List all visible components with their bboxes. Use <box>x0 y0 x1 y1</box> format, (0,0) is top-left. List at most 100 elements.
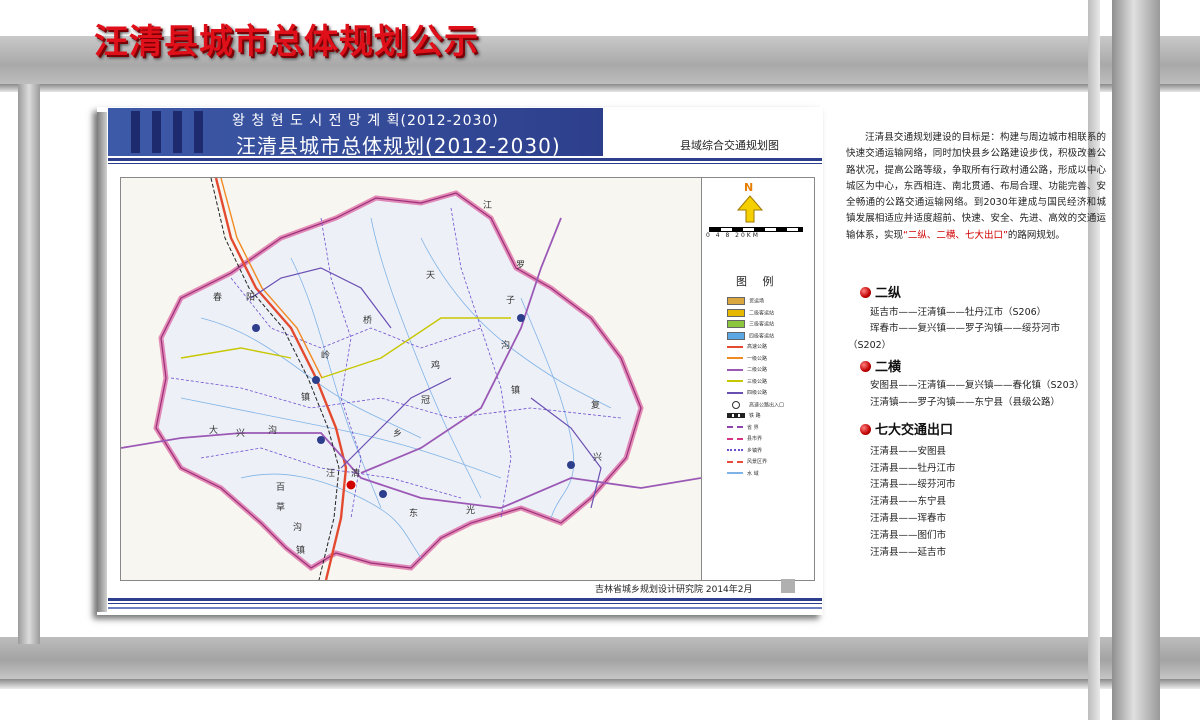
legend-symbol-icon <box>727 380 743 382</box>
legend-item: 高速公路 <box>727 343 767 350</box>
place-label: 镇 <box>296 544 305 556</box>
place-label: 桥 <box>363 314 372 326</box>
legend-item: 一级公路 <box>727 355 767 362</box>
place-label: 汪 <box>326 468 335 479</box>
legend-symbol-icon <box>727 331 745 340</box>
right-pillar <box>1112 0 1160 720</box>
legend-item: 二级客运站 <box>727 308 775 317</box>
legend-label: 二级客运站 <box>749 310 775 316</box>
legend-label: 一级公路 <box>747 355 768 362</box>
north-arrow-shape <box>736 195 764 223</box>
legend-item: 铁 路 <box>727 412 761 419</box>
station-marker <box>317 436 325 444</box>
section-heading: 二横 <box>860 356 901 375</box>
legend-label: 货运场 <box>749 298 765 305</box>
legend-symbol-icon <box>727 345 743 348</box>
legend-item: 县市界 <box>727 435 762 442</box>
route-line: 安图县——汪清镇——复兴镇——春化镇（S203） <box>870 380 1085 391</box>
place-label: 镇 <box>511 384 520 396</box>
county-seat-marker <box>345 479 357 491</box>
place-label: 岭 <box>321 349 330 361</box>
place-label: 兴 <box>593 452 602 463</box>
section-title: 二纵 <box>875 286 902 301</box>
place-label: 东 <box>409 507 418 519</box>
place-label: 春 <box>213 291 222 303</box>
red-bullet-icon <box>860 424 871 435</box>
scale-text: 0 4 8 20KM <box>706 232 760 239</box>
north-label: N <box>744 181 753 194</box>
exit-line: 汪清县——东宁县 <box>870 496 947 507</box>
route-line: （S202） <box>848 340 892 351</box>
legend-label: 三级客运站 <box>749 321 775 328</box>
county-map[interactable]: 天 桥 子 罗 沟 春 阳 岭 鸡 冠 乡 镇 大 兴 沟 汪 清 复 兴 光 … <box>120 177 702 581</box>
place-label: 沟 <box>268 424 277 436</box>
legend-label: 风景区界 <box>747 459 768 465</box>
red-bullet-icon <box>860 287 871 298</box>
station-marker <box>379 490 387 498</box>
place-label: 复 <box>591 399 600 411</box>
legend-label: 乡镇界 <box>747 447 763 454</box>
legend-label: 省 界 <box>747 424 759 431</box>
legend-symbol-icon <box>727 460 743 463</box>
legend-symbol-icon <box>727 368 743 371</box>
intro-paragraph: 汪清县交通规划建设的目标是：构建与周边城市相联系的快速交通运输网络，同时加快县乡… <box>846 130 1106 244</box>
header-stripe <box>152 111 161 153</box>
bottom-band-shadow <box>0 679 1200 689</box>
legend-symbol-icon <box>727 413 745 418</box>
intro-end: 的路网规划。 <box>1007 229 1065 241</box>
right-pillar-inner <box>1088 0 1100 720</box>
county-map-svg: 天 桥 子 罗 沟 春 阳 岭 鸡 冠 乡 镇 大 兴 沟 汪 清 复 兴 光 … <box>121 178 701 580</box>
legend-label: 高速公路 <box>747 344 768 350</box>
place-label: 阳 <box>246 292 255 303</box>
exit-line: 汪清县——珲春市 <box>870 513 947 524</box>
station-marker <box>567 461 575 469</box>
red-bullet-icon <box>860 361 871 372</box>
section-heading: 二纵 <box>860 282 901 301</box>
exit-line: 汪清县——牡丹江市 <box>870 463 956 474</box>
place-label: 天 <box>426 271 435 281</box>
place-label: 沟 <box>501 339 510 351</box>
legend-symbol-icon <box>727 308 745 317</box>
legend-symbol-icon <box>727 472 743 474</box>
credit-box <box>781 579 795 593</box>
route-line: 汪清镇——罗子沟镇——东宁县（县级公路） <box>870 397 1061 408</box>
legend-item: 高速公路出入口 <box>727 400 784 409</box>
bottom-gray-band <box>0 637 1200 679</box>
legend-item: 三级公路 <box>727 378 767 385</box>
section-title: 七大交通出口 <box>875 423 954 438</box>
route-line: 延吉市——汪清镇——牡丹江市（S206） <box>870 307 1047 318</box>
footer-rule-light <box>108 607 822 609</box>
legend-label: 县市界 <box>747 436 763 442</box>
place-label: 子 <box>506 295 515 306</box>
header-chinese-title: 汪清县城市总体规划(2012-2030) <box>236 134 561 158</box>
place-label: 清 <box>351 467 360 479</box>
header-rule-thin <box>108 163 822 164</box>
intro-highlight: “二纵、二横、七大出口” <box>903 229 1008 241</box>
legend-symbol-icon <box>727 449 743 451</box>
legend-title: 图 例 <box>736 275 780 288</box>
intro-main: 汪清县交通规划建设的目标是：构建与周边城市相联系的快速交通运输网络，同时加快县乡… <box>846 132 1106 241</box>
legend-item: 四级客运站 <box>727 331 774 340</box>
section-title: 二横 <box>875 360 902 375</box>
legend-item: 水 域 <box>727 470 759 477</box>
legend-item: 风景区界 <box>727 458 767 465</box>
section-heading: 七大交通出口 <box>860 419 953 438</box>
legend-label: 水 域 <box>747 470 759 477</box>
legend-symbol-icon <box>727 357 743 359</box>
place-label: 大 <box>209 424 218 436</box>
legend-label: 二级公路 <box>747 367 768 373</box>
place-label: 鸡 <box>431 359 440 371</box>
header-stripe <box>131 111 140 153</box>
place-label: 沟 <box>293 521 302 533</box>
legend-label: 三级公路 <box>747 378 768 385</box>
header-korean-title: 왕 청 현 도 시 전 망 계 획(2012-2030) <box>232 113 499 129</box>
footer-rule <box>108 598 822 601</box>
panel-edge-shadow <box>97 112 107 612</box>
place-label: 江 <box>483 200 492 211</box>
header-stripe <box>194 111 203 153</box>
map-credit: 吉林省城乡规划设计研究院 2014年2月 <box>595 585 753 595</box>
legend-item: 省 界 <box>727 424 759 431</box>
station-marker <box>252 324 260 332</box>
legend-item: 三级客运站 <box>727 320 774 328</box>
place-label: 冠 <box>421 395 430 406</box>
